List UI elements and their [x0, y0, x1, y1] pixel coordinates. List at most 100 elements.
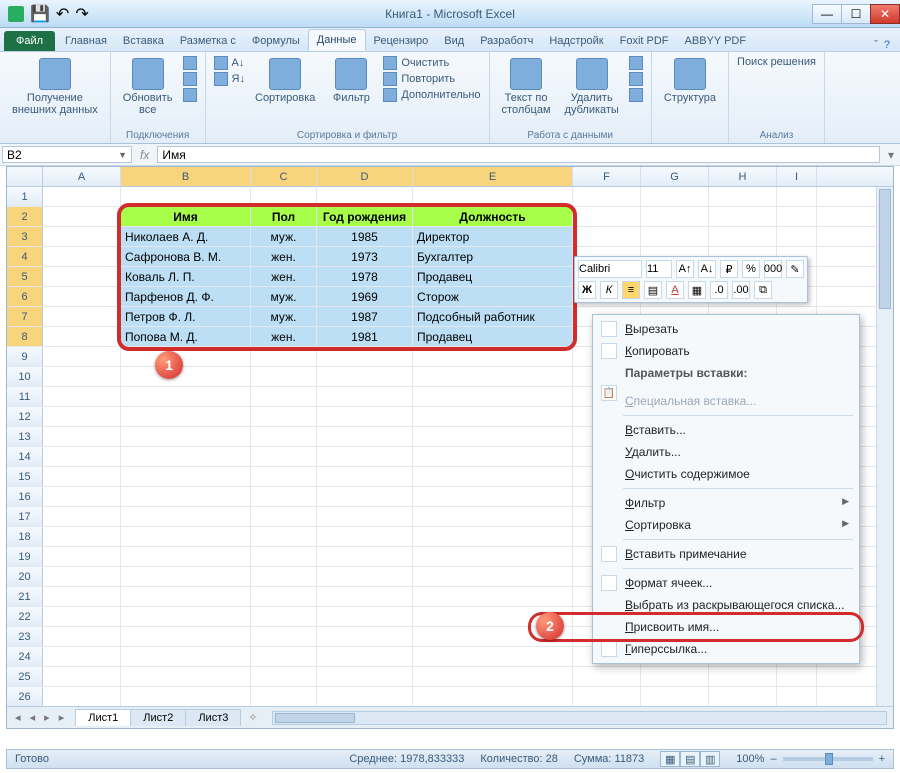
- cell[interactable]: Пол: [251, 207, 317, 226]
- cell[interactable]: [121, 687, 251, 706]
- thousands-icon[interactable]: 000: [764, 260, 782, 278]
- column-header[interactable]: F: [573, 167, 641, 186]
- sort-icon[interactable]: А↓: [214, 56, 245, 70]
- tab-abbyy pdf[interactable]: ABBYY PDF: [677, 31, 755, 51]
- cell[interactable]: [641, 187, 709, 206]
- tab-foxit pdf[interactable]: Foxit PDF: [612, 31, 677, 51]
- cell[interactable]: 1969: [317, 287, 413, 306]
- cell[interactable]: Николаев А. Д.: [121, 227, 251, 246]
- row-header[interactable]: 23: [7, 627, 43, 646]
- ribbon-small-button[interactable]: [183, 72, 197, 86]
- ribbon-small-button[interactable]: [183, 56, 197, 70]
- cell[interactable]: [121, 567, 251, 586]
- column-header[interactable]: B: [121, 167, 251, 186]
- row-header[interactable]: 3: [7, 227, 43, 246]
- cell[interactable]: [413, 527, 573, 546]
- tab-рецензиро[interactable]: Рецензиро: [366, 31, 437, 51]
- row-header[interactable]: 19: [7, 547, 43, 566]
- cell[interactable]: [251, 567, 317, 586]
- cell[interactable]: [413, 467, 573, 486]
- cell[interactable]: [121, 607, 251, 626]
- cell[interactable]: [121, 487, 251, 506]
- sheet-tab[interactable]: Лист1: [75, 709, 131, 726]
- ribbon-small-button[interactable]: [629, 88, 643, 102]
- cell[interactable]: [43, 407, 121, 426]
- context-menu-item[interactable]: 📋: [595, 382, 857, 390]
- horizontal-scrollbar[interactable]: [272, 711, 887, 725]
- tab-данные[interactable]: Данные: [308, 29, 366, 51]
- cell[interactable]: [317, 467, 413, 486]
- cell[interactable]: [251, 487, 317, 506]
- cell[interactable]: [251, 687, 317, 706]
- context-menu-item[interactable]: Формат ячеек...: [595, 572, 857, 594]
- cell[interactable]: Имя: [121, 207, 251, 226]
- row-header[interactable]: 1: [7, 187, 43, 206]
- sheet-nav-buttons[interactable]: ◂ ◂ ▸ ▸: [7, 711, 75, 724]
- cell[interactable]: [43, 267, 121, 286]
- cell[interactable]: [43, 447, 121, 466]
- help-icon[interactable]: ?: [884, 39, 890, 51]
- cell[interactable]: [121, 627, 251, 646]
- ribbon-minimize-icon[interactable]: ˇ: [874, 39, 878, 51]
- cell[interactable]: [777, 187, 817, 206]
- zoom-level[interactable]: 100%: [736, 753, 764, 765]
- cell[interactable]: [317, 367, 413, 386]
- context-menu-item[interactable]: Сортировка▶: [595, 514, 857, 536]
- formula-bar-expand-icon[interactable]: ▾: [882, 144, 900, 165]
- cell[interactable]: [121, 547, 251, 566]
- ribbon-button[interactable]: Сортировка: [251, 56, 319, 106]
- context-menu-item[interactable]: Гиперссылка...: [595, 638, 857, 660]
- column-header[interactable]: H: [709, 167, 777, 186]
- cell[interactable]: [413, 347, 573, 366]
- row-header[interactable]: 15: [7, 467, 43, 486]
- cell[interactable]: [413, 687, 573, 706]
- cell[interactable]: Попова М. Д.: [121, 327, 251, 346]
- ribbon-button[interactable]: Удалить дубликаты: [561, 56, 623, 118]
- cell[interactable]: [317, 587, 413, 606]
- row-header[interactable]: 9: [7, 347, 43, 366]
- cell[interactable]: [121, 527, 251, 546]
- row-header[interactable]: 26: [7, 687, 43, 706]
- cell[interactable]: [413, 367, 573, 386]
- cell[interactable]: [777, 667, 817, 686]
- cell[interactable]: [317, 647, 413, 666]
- cell[interactable]: [251, 367, 317, 386]
- cell[interactable]: жен.: [251, 327, 317, 346]
- cell[interactable]: [251, 547, 317, 566]
- cell[interactable]: [709, 207, 777, 226]
- cell[interactable]: [317, 427, 413, 446]
- context-menu-item[interactable]: Копировать: [595, 340, 857, 362]
- cell[interactable]: [317, 187, 413, 206]
- cell[interactable]: Парфенов Д. Ф.: [121, 287, 251, 306]
- currency-icon[interactable]: ₽: [720, 260, 738, 278]
- cell[interactable]: [43, 567, 121, 586]
- zoom-slider[interactable]: [783, 757, 873, 761]
- context-menu-item[interactable]: Присвоить имя...: [595, 616, 857, 638]
- fx-label[interactable]: fx: [134, 144, 155, 165]
- cell[interactable]: [121, 367, 251, 386]
- cell[interactable]: [777, 207, 817, 226]
- cell[interactable]: [413, 447, 573, 466]
- cell[interactable]: [43, 207, 121, 226]
- vertical-scrollbar[interactable]: [876, 187, 893, 706]
- cell[interactable]: Бухгалтер: [413, 247, 573, 266]
- cell[interactable]: [121, 667, 251, 686]
- context-menu[interactable]: ВырезатьКопироватьПараметры вставки:📋Спе…: [592, 314, 860, 664]
- cell[interactable]: [317, 447, 413, 466]
- ribbon-button[interactable]: Получение внешних данных: [8, 56, 102, 118]
- cell[interactable]: [413, 567, 573, 586]
- align-center-icon[interactable]: ≡: [622, 281, 640, 299]
- format-painter-icon[interactable]: ✎: [786, 260, 804, 278]
- cell[interactable]: [121, 187, 251, 206]
- cell[interactable]: Сторож: [413, 287, 573, 306]
- view-normal-icon[interactable]: ▦: [660, 751, 680, 767]
- cell[interactable]: [413, 427, 573, 446]
- ribbon-button[interactable]: Структура: [660, 56, 720, 106]
- mini-font-size[interactable]: [646, 260, 672, 278]
- cell[interactable]: [121, 507, 251, 526]
- cell[interactable]: [43, 607, 121, 626]
- row-header[interactable]: 10: [7, 367, 43, 386]
- cell[interactable]: 1987: [317, 307, 413, 326]
- cell[interactable]: [317, 627, 413, 646]
- decrease-decimal-icon[interactable]: .0: [710, 281, 728, 299]
